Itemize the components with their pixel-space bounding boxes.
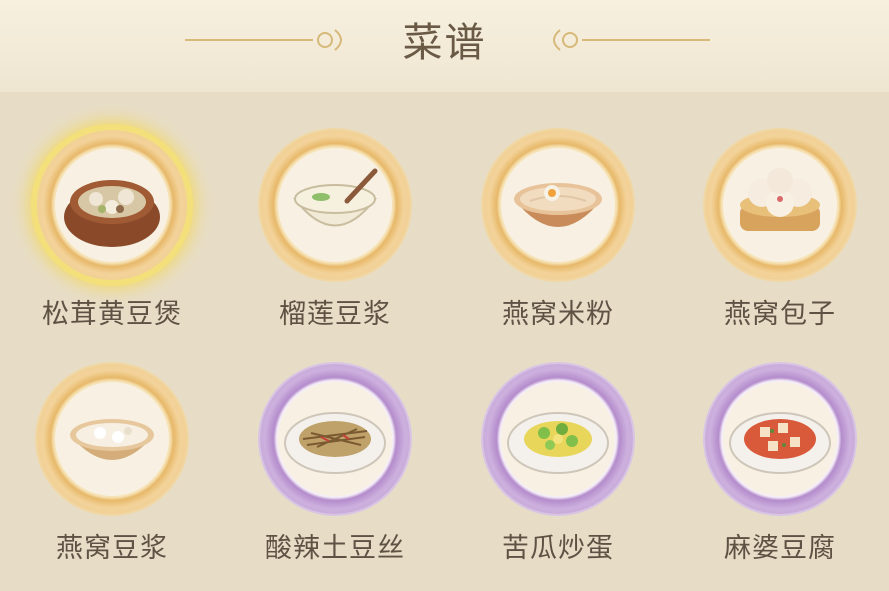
birdnest-bun-icon — [740, 168, 820, 231]
hot-sour-potato-shreds-icon — [284, 412, 386, 474]
mushroom-soybean-stew-icon — [64, 180, 160, 247]
page-title: 菜谱 — [402, 20, 487, 66]
recipe-frame — [705, 130, 855, 280]
recipe-name: 燕窝米粉 — [502, 299, 614, 330]
recipe-frame — [260, 364, 410, 514]
recipe-frame — [260, 130, 410, 280]
recipe-frame — [37, 130, 187, 280]
recipe-name: 榴莲豆浆 — [279, 299, 391, 330]
bitter-melon-egg-icon — [507, 412, 609, 474]
recipe-name: 麻婆豆腐 — [724, 533, 836, 564]
recipe-name: 苦瓜炒蛋 — [502, 533, 614, 564]
birdnest-rice-noodle-icon — [514, 183, 602, 227]
recipe-frame — [483, 364, 633, 514]
recipe-frame — [483, 130, 633, 280]
durian-soymilk-icon — [292, 168, 378, 227]
birdnest-soymilk-icon — [70, 419, 154, 460]
recipe-name: 酸辣土豆丝 — [265, 533, 405, 564]
recipe-name: 燕窝包子 — [724, 299, 836, 330]
recipe-name: 松茸黄豆煲 — [42, 299, 182, 330]
recipe-grid: 松茸黄豆煲 榴莲豆浆 燕窝米粉 燕窝包子 燕窝豆浆 酸辣土豆丝 苦瓜炒蛋 麻婆豆… — [0, 92, 889, 591]
recipe-frame — [705, 364, 855, 514]
header-bar: 菜谱 — [0, 0, 889, 93]
recipe-name: 燕窝豆浆 — [56, 533, 168, 564]
recipe-frame — [37, 364, 187, 514]
right-ornament-icon — [553, 29, 710, 51]
mapo-tofu-icon — [729, 412, 831, 474]
